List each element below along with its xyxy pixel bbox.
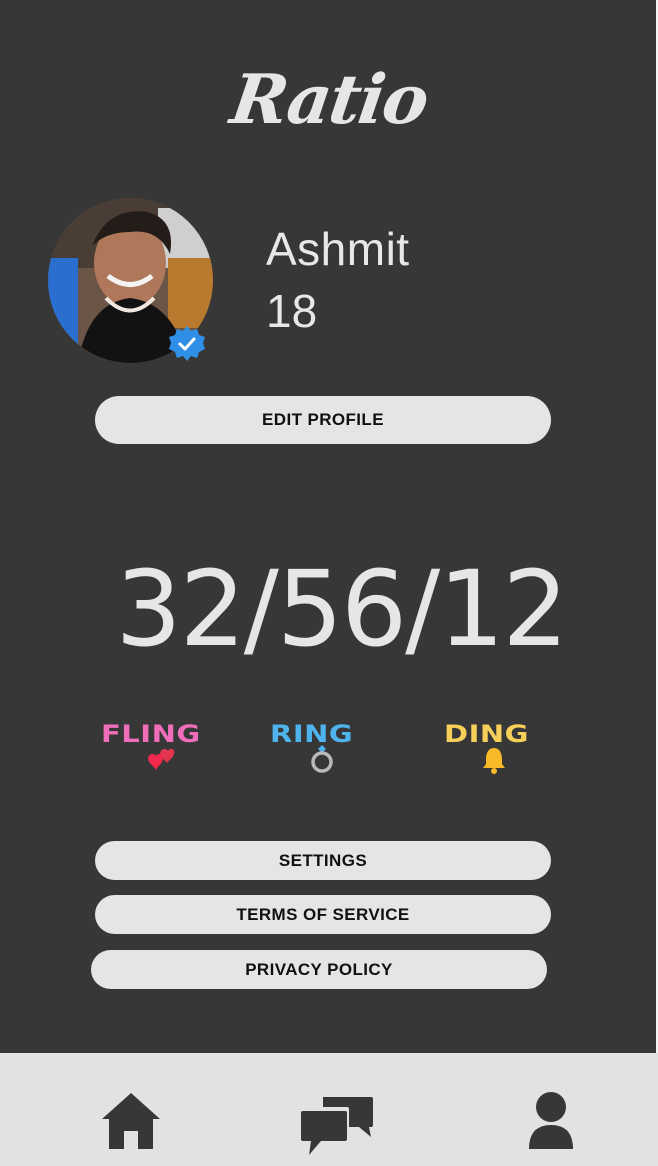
- bottom-nav: [0, 1053, 658, 1166]
- terms-of-service-button[interactable]: TERMS OF SERVICE: [95, 895, 551, 934]
- category-ding-label: DING: [444, 720, 529, 748]
- verified-badge-icon: [169, 326, 205, 361]
- settings-button[interactable]: SETTINGS: [95, 841, 551, 880]
- profile-icon[interactable]: [527, 1091, 575, 1151]
- ring-icon: [311, 745, 333, 773]
- app-logo: Ratio: [226, 60, 432, 140]
- edit-profile-button[interactable]: EDIT PROFILE: [95, 396, 551, 444]
- chat-icon[interactable]: [301, 1095, 375, 1157]
- privacy-policy-button[interactable]: PRIVACY POLICY: [91, 950, 547, 989]
- ratio-value: 32/56/12: [115, 548, 568, 670]
- profile-name: Ashmit: [266, 223, 410, 275]
- profile-age: 18: [266, 285, 318, 337]
- home-icon[interactable]: [100, 1091, 162, 1151]
- profile-screen: Ratio Ashmit 18 EDIT PROFILE 32/56/12 FL…: [0, 0, 658, 1166]
- two-hearts-icon: [148, 748, 175, 770]
- bell-icon: [483, 748, 505, 774]
